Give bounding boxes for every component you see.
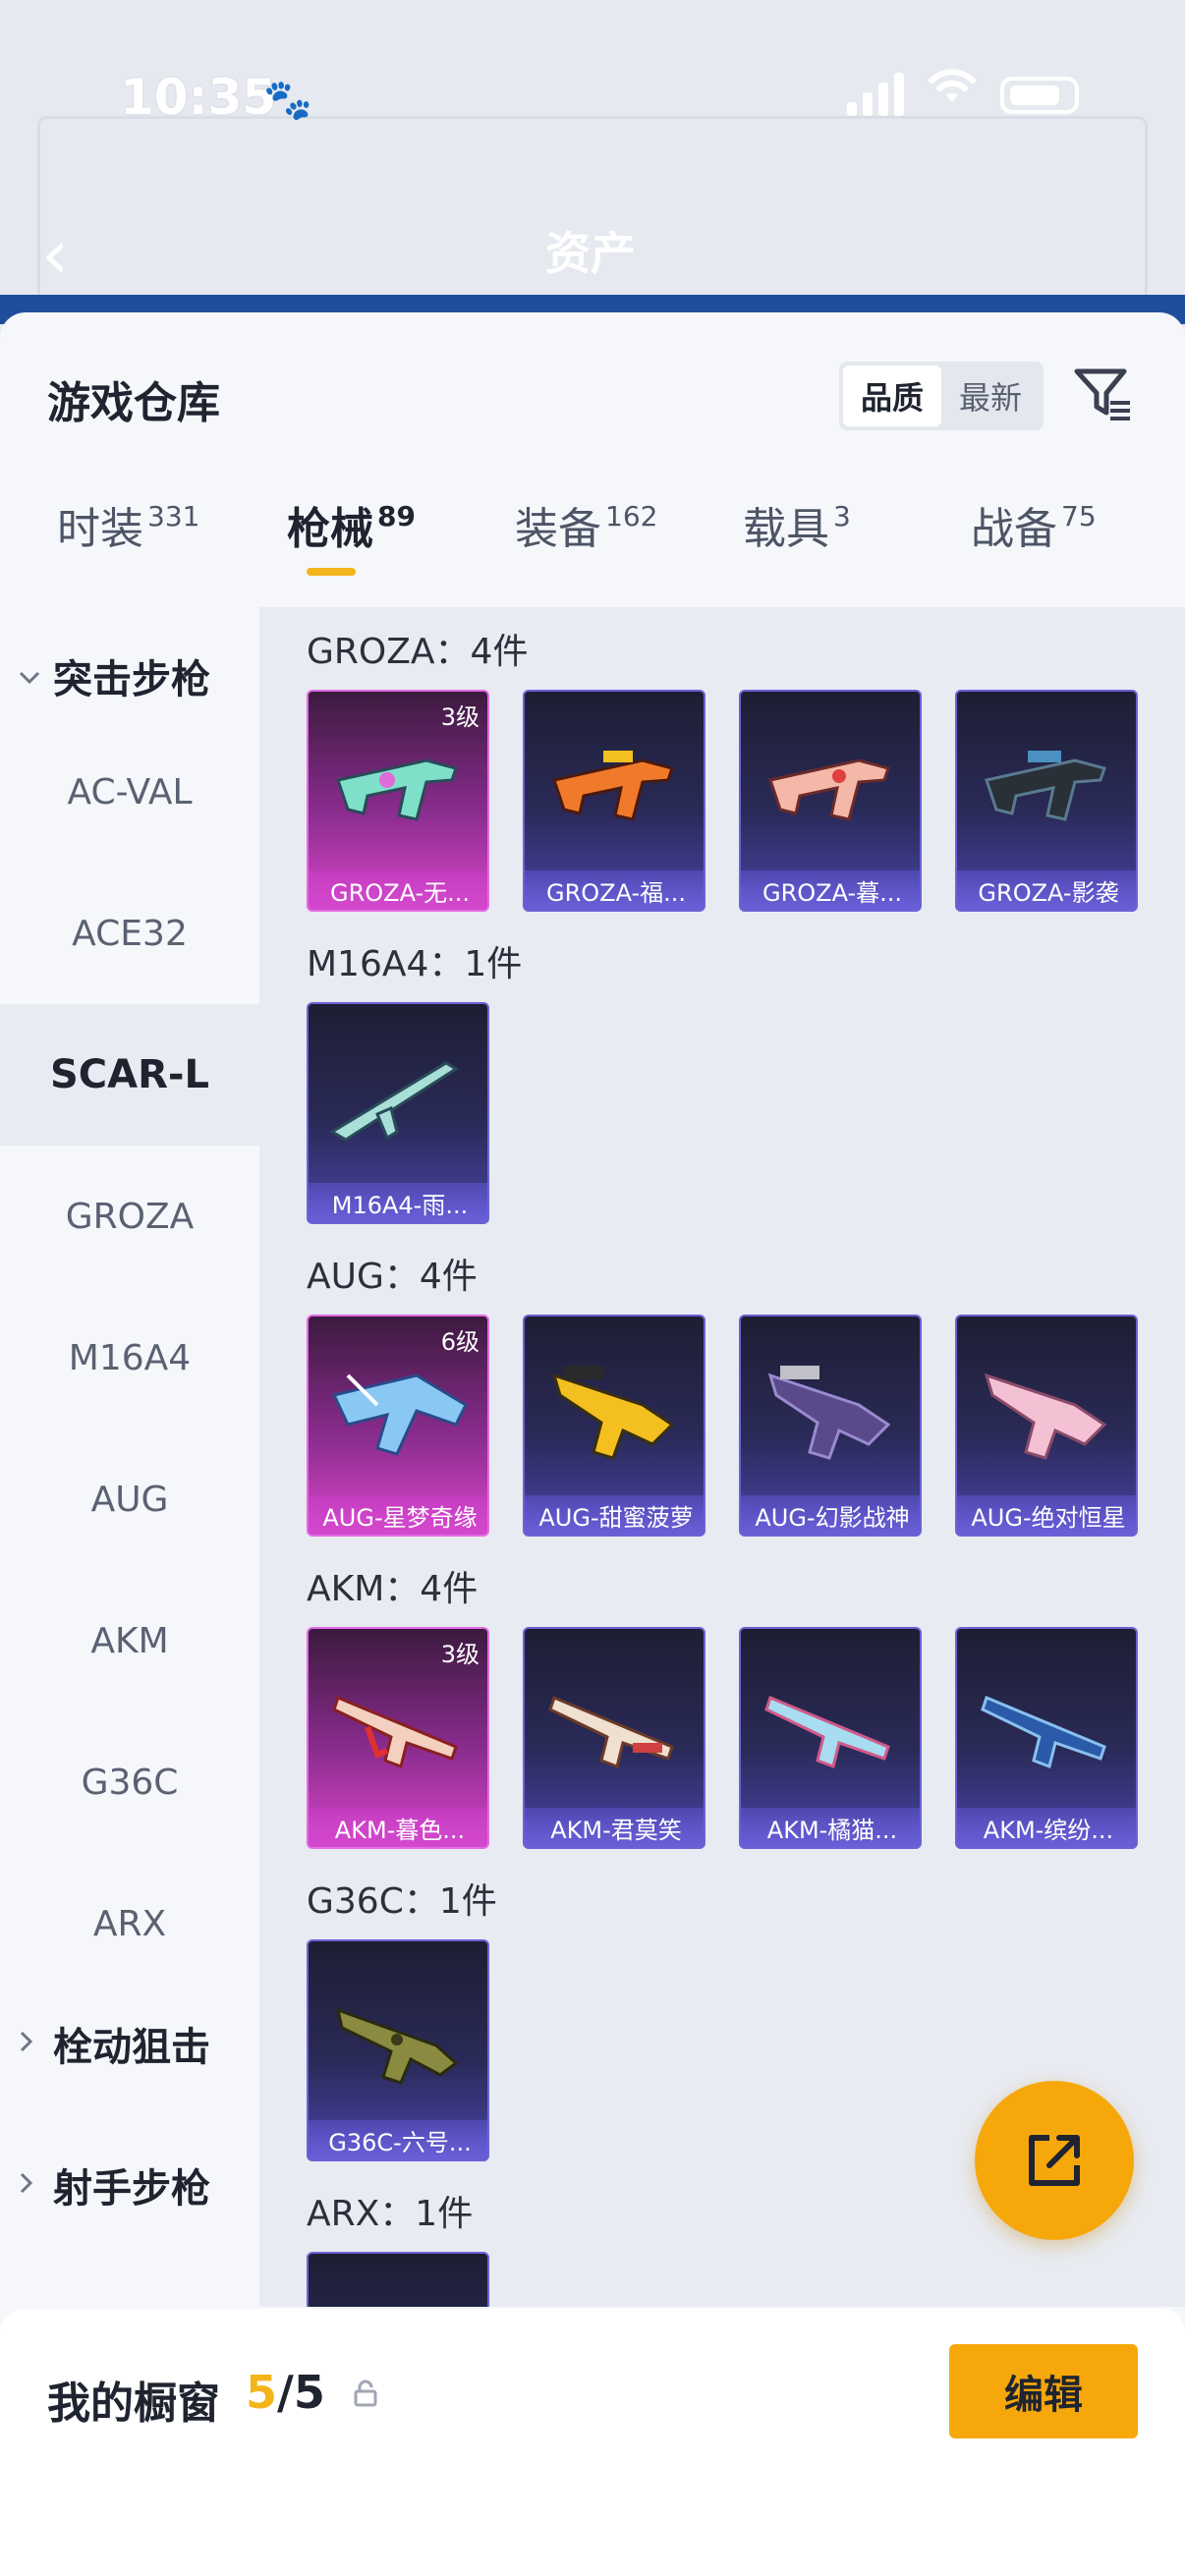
weapon-card[interactable]: G36C-六号... xyxy=(307,1939,489,2161)
showcase-count: 5/5 xyxy=(246,2366,325,2419)
filter-icon[interactable] xyxy=(1071,362,1136,426)
gun-image xyxy=(525,711,704,859)
sidebar-item-ace32[interactable]: ACE32 xyxy=(0,863,259,1004)
group-title-akm: AKM：4件 xyxy=(307,1569,479,1609)
sidebar-item-g36c[interactable]: G36C xyxy=(0,1711,259,1853)
sidebar-item-groza[interactable]: GROZA xyxy=(0,1146,259,1287)
sidebar-item-akm[interactable]: AKM xyxy=(0,1570,259,1711)
sidebar-item-scar-l[interactable]: SCAR-L xyxy=(0,1004,259,1146)
paw-icon: 🐾 xyxy=(263,78,312,123)
share-button[interactable] xyxy=(975,2081,1134,2240)
gun-image xyxy=(957,1336,1136,1484)
gun-image xyxy=(741,1336,920,1484)
group-title-arx: ARX：1件 xyxy=(307,2194,474,2234)
tab-equipment[interactable]: 装备 162 xyxy=(515,493,657,556)
share-icon xyxy=(1029,2135,1080,2186)
sort-toggle: 品质 最新 xyxy=(839,362,1044,430)
sidebar-item-ac-val[interactable]: AC-VAL xyxy=(0,721,259,863)
weapon-card[interactable]: 6级 AUG-星梦奇缘 xyxy=(307,1315,489,1537)
gun-image xyxy=(309,1024,487,1171)
gun-image xyxy=(309,711,487,859)
weapon-card[interactable]: AKM-缤纷... xyxy=(955,1627,1138,1849)
gun-image xyxy=(525,1649,704,1796)
category-sidebar: 突击步枪 AC-VAL ACE32 SCAR-L GROZA M16A4 AUG… xyxy=(0,607,259,2307)
weapon-card[interactable]: AUG-绝对恒星 xyxy=(955,1315,1138,1537)
battery-icon xyxy=(1000,77,1079,114)
lock-icon xyxy=(352,2380,379,2407)
category-tabs: 时装 331 枪械 89 装备 162 载具 3 战备 75 xyxy=(0,493,1185,601)
gun-image xyxy=(309,1961,487,2108)
sidebar-group-assault-rifles[interactable]: 突击步枪 xyxy=(18,646,210,705)
gun-image xyxy=(957,711,1136,859)
back-arrow-icon[interactable]: ‹ xyxy=(41,214,69,295)
weapon-card[interactable] xyxy=(307,2252,489,2307)
chevron-right-icon xyxy=(18,2169,43,2202)
warehouse-sheet: 游戏仓库 品质 最新 时装 331 枪械 89 装备 162 载具 3 战备 75 突击步… xyxy=(0,312,1185,2576)
sort-quality-button[interactable]: 品质 xyxy=(843,365,941,426)
active-tab-indicator xyxy=(307,568,356,576)
sidebar-item-arx[interactable]: ARX xyxy=(0,1853,259,1994)
showcase-bar: 我的橱窗 5/5 编辑 xyxy=(0,2309,1185,2576)
weapon-card[interactable]: M16A4-雨... xyxy=(307,1002,489,1224)
sheet-title: 游戏仓库 xyxy=(47,378,220,428)
weapon-card[interactable]: AUG-幻影战神 xyxy=(739,1315,922,1537)
weapon-card[interactable]: GROZA-影袭 xyxy=(955,690,1138,912)
weapon-card[interactable]: 3级 GROZA-无... xyxy=(307,690,489,912)
gun-image xyxy=(525,1336,704,1484)
page-title: 资产 xyxy=(545,227,636,280)
tab-fashion[interactable]: 时装 331 xyxy=(57,493,199,556)
gun-image xyxy=(957,1649,1136,1796)
sidebar-group-marksman[interactable]: 射手步枪 xyxy=(18,2156,210,2214)
sidebar-group-bolt-sniper[interactable]: 栓动狙击 xyxy=(18,2014,210,2073)
weapon-card[interactable]: GROZA-福... xyxy=(523,690,705,912)
status-time: 10:35 xyxy=(120,69,277,126)
edit-button[interactable]: 编辑 xyxy=(949,2344,1138,2438)
sidebar-item-m16a4[interactable]: M16A4 xyxy=(0,1287,259,1428)
gun-image xyxy=(741,1649,920,1796)
weapon-list: GROZA：4件 3级 GROZA-无... GROZA-福... GROZA-… xyxy=(259,607,1185,2307)
weapon-card[interactable]: 3级 AKM-暮色... xyxy=(307,1627,489,1849)
sort-latest-button[interactable]: 最新 xyxy=(941,365,1040,426)
gun-image xyxy=(309,1336,487,1484)
chevron-down-icon xyxy=(18,660,43,693)
gun-image xyxy=(741,711,920,859)
signal-icon xyxy=(847,71,906,116)
weapon-card[interactable]: GROZA-暮... xyxy=(739,690,922,912)
group-title-m16a4: M16A4：1件 xyxy=(307,944,523,984)
weapon-card[interactable]: AKM-君莫笑 xyxy=(523,1627,705,1849)
wifi-icon xyxy=(928,67,977,117)
tab-guns[interactable]: 枪械 89 xyxy=(287,493,416,556)
group-title-g36c: G36C：1件 xyxy=(307,1881,497,1922)
tab-supplies[interactable]: 战备 75 xyxy=(971,493,1097,556)
weapon-card[interactable]: AKM-橘猫... xyxy=(739,1627,922,1849)
showcase-title: 我的橱窗 xyxy=(47,2379,220,2429)
gun-image xyxy=(309,1649,487,1796)
tab-vehicles[interactable]: 载具 3 xyxy=(743,493,851,556)
sidebar-item-aug[interactable]: AUG xyxy=(0,1428,259,1570)
weapon-card[interactable]: AUG-甜蜜菠萝 xyxy=(523,1315,705,1537)
group-title-aug: AUG：4件 xyxy=(307,1257,478,1297)
group-title-groza: GROZA：4件 xyxy=(307,632,529,672)
chevron-right-icon xyxy=(18,2028,43,2060)
